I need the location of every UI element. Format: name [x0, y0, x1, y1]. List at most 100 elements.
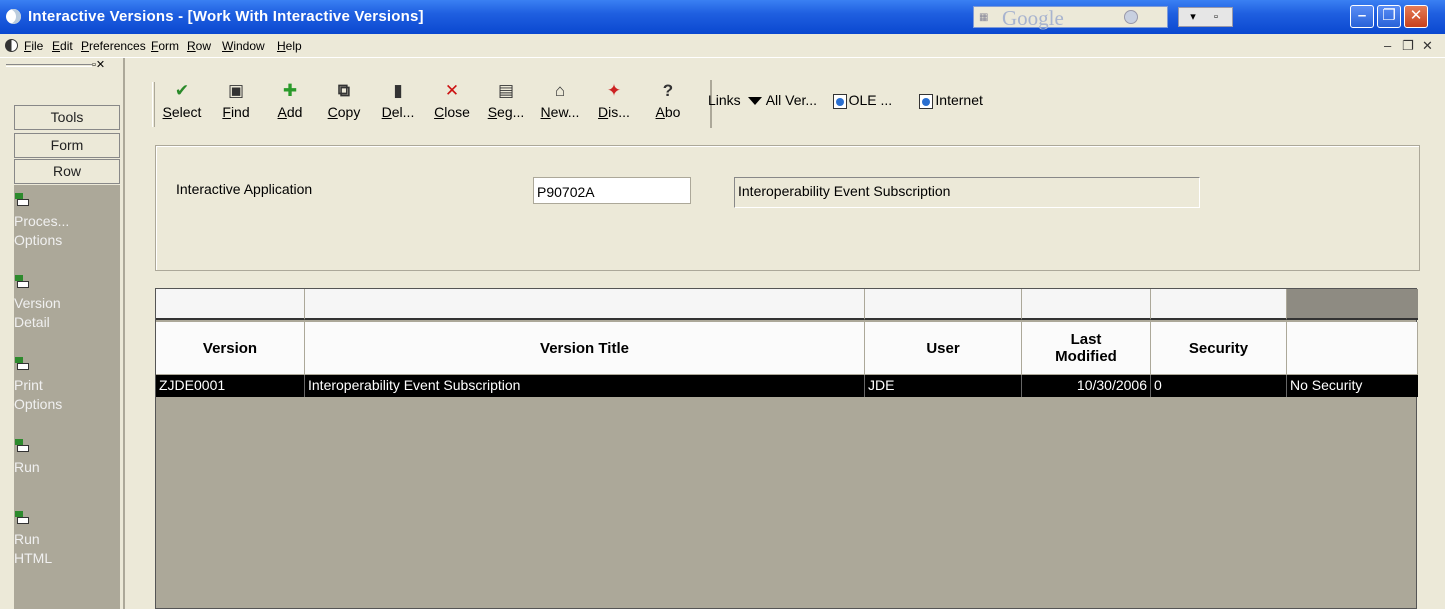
qbe-empty — [1287, 289, 1418, 320]
menu-edit[interactable]: Edit — [52, 39, 73, 53]
find-button[interactable]: ▣ Find — [213, 80, 259, 126]
maximize-button[interactable]: ❐ — [1377, 5, 1401, 28]
chevron-down-icon[interactable]: ▾ — [1183, 10, 1203, 24]
app-icon — [6, 9, 21, 24]
toolbar-button-label: Copy — [327, 104, 361, 120]
ole-icon — [832, 93, 847, 109]
new-button[interactable]: ⌂ New... — [537, 80, 583, 126]
grid-icon: ▦ — [979, 12, 989, 23]
versions-grid: Version Version Title User Last Modified… — [155, 288, 1418, 609]
panel-grip[interactable] — [6, 64, 92, 67]
interactive-application-label: Interactive Application — [176, 181, 313, 197]
qbe-version[interactable] — [156, 289, 305, 320]
find-icon: ▣ — [227, 81, 245, 100]
menu-form[interactable]: Form — [151, 39, 179, 53]
table-row[interactable]: ZJDE0001 Interoperability Event Subscrip… — [156, 375, 1418, 397]
menu-help[interactable]: Help — [277, 39, 302, 53]
new-icon: ⌂ — [554, 81, 566, 100]
toolbar-buttons: ✔ Select ▣ Find ✚ Add ⧉ Copy ▮ Del... ✕ Close ▤ Seg..… — [155, 80, 712, 128]
minimize-button[interactable]: – — [1350, 5, 1374, 28]
system-menu-icon[interactable] — [5, 39, 18, 52]
qbe-last-modified[interactable] — [1022, 289, 1151, 320]
toolbar-button-label: Add — [277, 104, 303, 120]
exit-icon — [15, 511, 29, 525]
exit-icon — [15, 275, 29, 289]
cell-version: ZJDE0001 — [156, 375, 305, 397]
about-icon: ? — [662, 81, 674, 100]
toolbar-button-label: Find — [222, 104, 250, 120]
panel-controls[interactable]: ▫✕ — [92, 58, 105, 71]
toolbar-button-label: Del... — [381, 104, 415, 120]
close-button[interactable]: ✕ Close — [429, 80, 475, 126]
toolbar-button-label: Dis... — [598, 104, 630, 120]
cell-user: JDE — [865, 375, 1022, 397]
toolbar-button-label: New... — [540, 104, 580, 120]
window-title: Interactive Versions - [Work With Intera… — [28, 8, 424, 25]
title-bar: Interactive Versions - [Work With Intera… — [0, 0, 1445, 34]
links-area: Links All Ver... OLE ... Internet — [708, 92, 983, 109]
form-header: Interactive Application P90702A Interope… — [155, 145, 1420, 271]
seg-button[interactable]: ▤ Seg... — [483, 80, 529, 126]
mdi-close-icon[interactable]: ✕ — [1422, 38, 1433, 54]
qbe-user[interactable] — [865, 289, 1022, 320]
del-button[interactable]: ▮ Del... — [375, 80, 421, 126]
check-icon: ✔ — [174, 81, 190, 100]
toolbar-button-label: Select — [162, 104, 202, 120]
cell-last-modified: 10/30/2006 — [1022, 375, 1151, 397]
interactive-application-field[interactable]: P90702A — [533, 177, 691, 204]
row-exits: Proces... Options Version Detail Print O… — [14, 185, 120, 609]
menu-file[interactable]: File — [24, 39, 43, 53]
search-icon[interactable] — [1124, 10, 1138, 24]
toolbar-button-label: Close — [434, 104, 470, 120]
cell-security: 0 — [1151, 375, 1287, 397]
qbe-security[interactable] — [1151, 289, 1287, 320]
restore-mini-icon[interactable]: ▫ — [1206, 10, 1226, 24]
internet-link[interactable]: Internet — [935, 92, 982, 108]
tab-row[interactable]: Row — [14, 159, 120, 184]
abo-button[interactable]: ? Abo — [645, 80, 691, 126]
close-icon: ✕ — [444, 81, 460, 100]
exit-bar: ▫✕ Tools Form Row Proces... Options Vers… — [0, 58, 125, 609]
menu-window[interactable]: Window — [222, 39, 265, 53]
header-security-desc[interactable] — [1287, 322, 1418, 375]
internet-icon — [919, 93, 934, 109]
header-last-modified[interactable]: Last Modified — [1022, 322, 1151, 375]
tab-tools[interactable]: Tools — [14, 105, 120, 130]
trash-icon: ▮ — [393, 81, 403, 100]
google-controls[interactable]: ▾ ▫ — [1178, 7, 1233, 27]
application-description: Interoperability Event Subscription — [734, 177, 1200, 208]
ole-link[interactable]: OLE ... — [849, 92, 893, 108]
mdi-minimize-icon[interactable]: – — [1384, 38, 1391, 53]
toolbar: ✔ Select ▣ Find ✚ Add ⧉ Copy ▮ Del... ✕ Close ▤ Seg..… — [125, 58, 1445, 134]
header-security[interactable]: Security — [1151, 322, 1287, 375]
links-label: Links — [708, 92, 741, 108]
add-button[interactable]: ✚ Add — [267, 80, 313, 126]
copy-button[interactable]: ⧉ Copy — [321, 80, 367, 126]
display-icon: ✦ — [606, 81, 622, 100]
header-user[interactable]: User — [865, 322, 1022, 375]
plus-icon: ✚ — [282, 81, 298, 100]
close-window-button[interactable]: ✕ — [1404, 5, 1428, 28]
header-version[interactable]: Version — [156, 322, 305, 375]
header-version-title[interactable]: Version Title — [305, 322, 865, 375]
segment-icon: ▤ — [497, 81, 515, 100]
cell-security-desc: No Security — [1290, 377, 1363, 393]
exit-icon — [15, 357, 29, 371]
google-toolbar[interactable]: ▦ Google — [973, 6, 1168, 30]
select-button[interactable]: ✔ Select — [159, 80, 205, 126]
cell-version-title: Interoperability Event Subscription — [305, 375, 865, 397]
toolbar-button-label: Abo — [655, 104, 681, 120]
all-versions-link[interactable]: All Ver... — [766, 92, 817, 108]
tab-form[interactable]: Form — [14, 133, 120, 158]
menu-preferences[interactable]: Preferences — [81, 39, 146, 53]
toolbar-button-label: Seg... — [487, 104, 525, 120]
dis-button[interactable]: ✦ Dis... — [591, 80, 637, 126]
qbe-version-title[interactable] — [305, 289, 865, 320]
google-logo: Google — [1002, 6, 1064, 30]
exit-icon — [15, 193, 29, 207]
mdi-restore-icon[interactable]: ❐ — [1402, 38, 1414, 54]
dropdown-arrow-icon[interactable] — [747, 97, 762, 106]
menu-bar: File Edit Preferences Form Row Window He… — [0, 34, 1445, 58]
copy-icon: ⧉ — [337, 81, 351, 100]
menu-row[interactable]: Row — [187, 39, 211, 53]
